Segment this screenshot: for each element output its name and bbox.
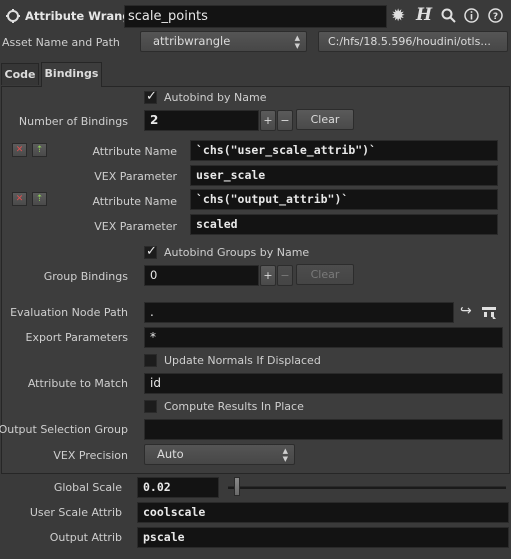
attr-match-field[interactable]: id [144, 373, 503, 394]
tab-bindings[interactable]: Bindings [41, 62, 102, 87]
help-icon[interactable]: ? [488, 8, 503, 26]
user-scale-field[interactable]: coolscale [137, 502, 509, 523]
autobind-checkbox[interactable]: ✓ [144, 89, 157, 104]
vex-precision-value: Auto [157, 447, 184, 461]
check-icon: ✓ [146, 89, 157, 104]
export-params-field[interactable]: * [144, 327, 503, 348]
asset-path-combo[interactable]: C:/hfs/18.5.596/houdini/otls... [318, 31, 508, 52]
remove-group-binding-button[interactable]: − [277, 265, 293, 286]
number-bindings-value: 2 [150, 113, 159, 127]
asset-name-value: attribwrangle [153, 34, 231, 48]
number-bindings-label: Number of Bindings [18, 115, 128, 128]
tab-code-label: Code [4, 68, 36, 81]
svg-text:?: ? [493, 12, 498, 22]
output-sel-label: Output Selection Group [0, 423, 128, 436]
global-scale-label: Global Scale [53, 481, 122, 494]
vex-param-1-label: VEX Parameter [94, 170, 177, 183]
compute-in-place-checkbox[interactable] [144, 400, 157, 413]
jump-arrow-icon[interactable]: ↪ [460, 303, 472, 319]
tab-bindings-label: Bindings [44, 67, 99, 80]
insert-binding-2-icon[interactable]: ⇡ [32, 192, 47, 206]
vex-param-2-label: VEX Parameter [94, 220, 177, 233]
update-normals-label: Update Normals If Displaced [164, 354, 321, 367]
global-scale-field[interactable]: 0.02 [137, 477, 219, 498]
update-normals-checkbox[interactable] [144, 354, 157, 367]
export-params-label: Export Parameters [25, 331, 128, 344]
vex-precision-label: VEX Precision [53, 449, 128, 462]
eval-path-field[interactable]: . [144, 302, 454, 323]
group-bindings-value: 0 [150, 268, 158, 282]
search-icon[interactable] [441, 8, 456, 26]
clear-group-bindings-button[interactable]: Clear [296, 264, 354, 285]
autobind-label: Autobind by Name [164, 91, 267, 104]
attr-name-2-field[interactable]: `chs("output_attrib")` [190, 189, 498, 210]
autobind-groups-label: Autobind Groups by Name [164, 246, 310, 259]
global-scale-slider-track[interactable] [228, 486, 506, 489]
vex-param-2-field[interactable]: scaled [190, 214, 498, 235]
compute-in-place-label: Compute Results In Place [164, 400, 304, 413]
group-bindings-field[interactable]: 0 [144, 265, 259, 286]
node-chooser-icon[interactable] [481, 304, 497, 323]
clear-bindings-button[interactable]: Clear [296, 109, 354, 130]
global-scale-slider-handle[interactable] [233, 477, 240, 496]
tab-code[interactable]: Code [1, 63, 39, 85]
info-icon[interactable] [464, 8, 479, 26]
number-bindings-field[interactable]: 2 [144, 110, 259, 131]
help-h-icon[interactable]: H [416, 5, 432, 25]
remove-binding-1-icon[interactable]: ✕ [12, 143, 27, 157]
gear-icon[interactable]: ✹ [391, 6, 405, 26]
asset-label: Asset Name and Path [2, 36, 120, 49]
output-attrib-field[interactable]: pscale [137, 527, 509, 548]
combo-arrows-icon: ▲ ▼ [294, 34, 300, 50]
node-name-field[interactable]: scale_points [124, 5, 387, 28]
insert-binding-1-icon[interactable]: ⇡ [32, 143, 47, 157]
remove-binding-button[interactable]: − [277, 110, 293, 131]
autobind-groups-checkbox[interactable]: ✓ [144, 244, 157, 259]
attr-name-1-label: Attribute Name [92, 145, 177, 158]
attr-name-1-field[interactable]: `chs("user_scale_attrib")` [190, 140, 498, 161]
asset-name-combo[interactable]: attribwrangle ▲ ▼ [140, 31, 307, 52]
check-icon: ✓ [146, 244, 157, 259]
user-scale-label: User Scale Attrib [29, 506, 122, 519]
add-binding-button[interactable]: + [260, 110, 276, 131]
attr-match-label: Attribute to Match [27, 377, 128, 390]
remove-binding-2-icon[interactable]: ✕ [12, 192, 27, 206]
vex-precision-combo[interactable]: Auto ▲ ▼ [144, 444, 295, 465]
node-type-icon [6, 9, 20, 23]
group-bindings-label: Group Bindings [43, 270, 128, 283]
output-attrib-label: Output Attrib [49, 531, 122, 544]
attr-name-2-label: Attribute Name [92, 195, 177, 208]
combo-arrows-icon: ▲ ▼ [282, 447, 288, 463]
vex-param-1-field[interactable]: user_scale [190, 165, 498, 186]
add-group-binding-button[interactable]: + [260, 265, 276, 286]
eval-path-label: Evaluation Node Path [10, 306, 128, 319]
asset-path-value: C:/hfs/18.5.596/houdini/otls... [328, 35, 491, 48]
output-sel-field[interactable] [144, 419, 503, 440]
